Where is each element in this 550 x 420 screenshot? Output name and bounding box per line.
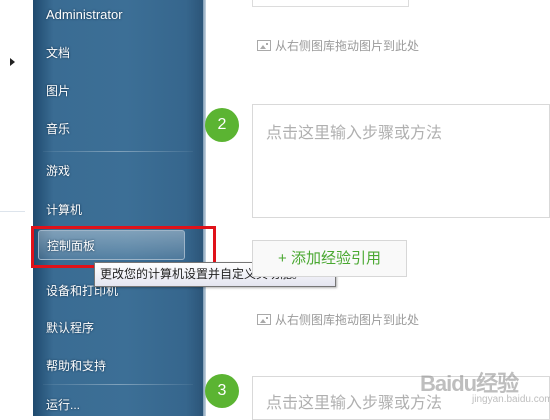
start-menu-right-pane: Administrator 文档 图片 音乐 游戏 计算机 控制面板 设备和打印…: [33, 0, 206, 416]
step-input-box[interactable]: 点击这里输入步骤或方法: [252, 104, 550, 218]
step-placeholder: 点击这里输入步骤或方法: [266, 125, 443, 142]
expand-arrow-icon[interactable]: [10, 58, 15, 66]
previous-step-box[interactable]: [252, 0, 409, 7]
image-drop-hint[interactable]: 从右侧图库拖动图片到此处: [257, 38, 419, 54]
menu-item-music[interactable]: 音乐: [33, 114, 203, 144]
step-placeholder: 点击这里输入步骤或方法: [266, 395, 443, 412]
image-drop-hint-text: 从右侧图库拖动图片到此处: [275, 39, 420, 53]
image-drop-hint[interactable]: 从右侧图库拖动图片到此处: [257, 312, 419, 328]
menu-item-administrator[interactable]: Administrator: [33, 0, 203, 30]
baidu-watermark: Baidu经验 jingyan.baidu.com: [418, 364, 550, 416]
divider: [0, 211, 25, 212]
image-icon: [257, 314, 271, 325]
menu-item-pictures[interactable]: 图片: [33, 76, 203, 106]
add-reference-button[interactable]: + 添加经验引用: [252, 240, 407, 277]
watermark-url: jingyan.baidu.com: [472, 394, 550, 405]
menu-item-games[interactable]: 游戏: [33, 156, 203, 186]
step-number-badge: 2: [205, 108, 239, 142]
image-drop-hint-text: 从右侧图库拖动图片到此处: [275, 313, 420, 327]
menu-separator: [43, 384, 193, 385]
menu-item-help-support[interactable]: 帮助和支持: [33, 351, 203, 381]
menu-item-documents[interactable]: 文档: [33, 38, 203, 68]
menu-separator: [43, 151, 193, 152]
menu-item-computer[interactable]: 计算机: [33, 195, 203, 225]
desktop-left-strip: [0, 0, 33, 416]
pane-edge: [203, 0, 206, 416]
menu-item-default-programs[interactable]: 默认程序: [33, 313, 203, 343]
image-icon: [257, 40, 271, 51]
step-number-badge: 3: [205, 374, 239, 408]
